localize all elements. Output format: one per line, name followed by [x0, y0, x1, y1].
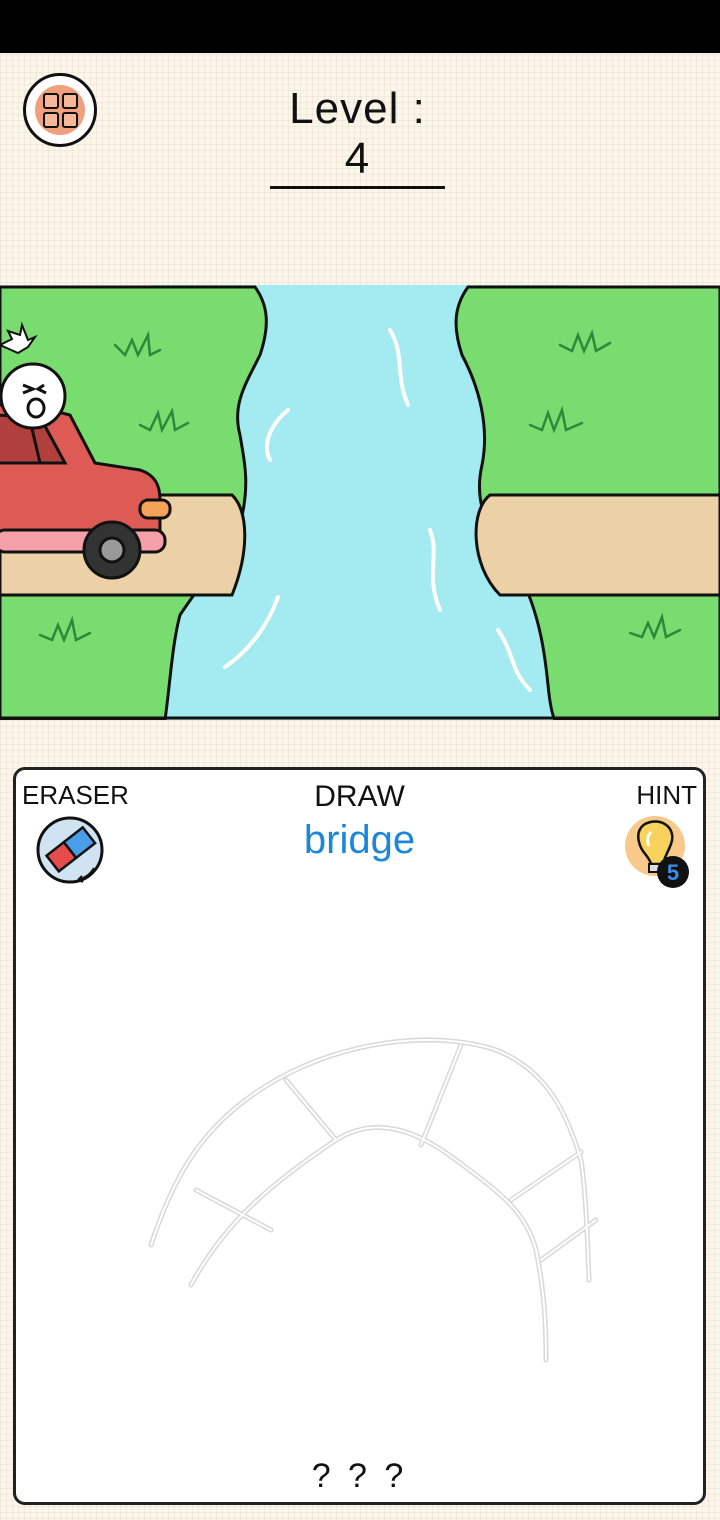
- level-title: Level : 4: [270, 84, 445, 189]
- hint-count: 5: [667, 860, 679, 885]
- bridge-guide-sketch: [148, 1037, 599, 1363]
- hint-count-badge: 5: [657, 856, 689, 888]
- right-road: [474, 493, 720, 597]
- eraser-button[interactable]: [34, 814, 106, 886]
- game-scene: [0, 285, 720, 720]
- menu-grid-icon: [35, 85, 85, 135]
- draw-label: DRAW: [314, 780, 405, 813]
- drawing-panel: ERASER DRAW bridge HINT 5 ? ? ?: [13, 767, 706, 1505]
- hint-button[interactable]: 5: [621, 812, 693, 892]
- answer-placeholder: ? ? ?: [311, 1457, 408, 1495]
- status-bar: [0, 0, 720, 53]
- target-word: bridge: [303, 818, 416, 862]
- eraser-icon: [36, 816, 104, 884]
- drawing-canvas[interactable]: [16, 890, 703, 1470]
- menu-button[interactable]: [23, 73, 97, 147]
- hint-label: HINT: [636, 780, 697, 810]
